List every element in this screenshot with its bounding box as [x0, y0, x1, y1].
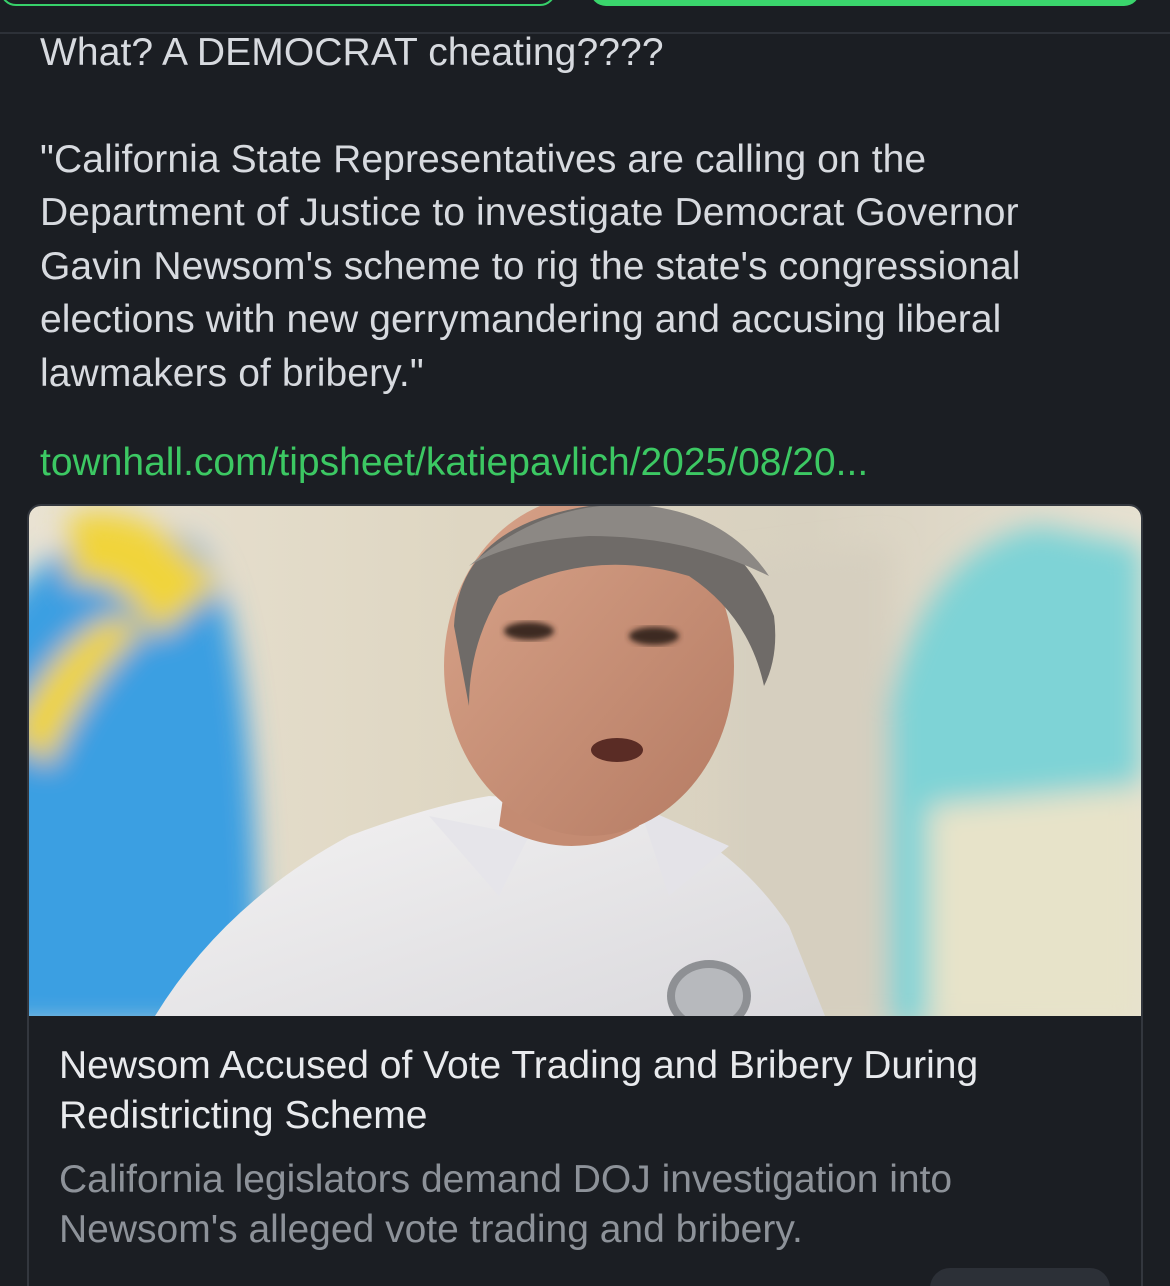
card-title[interactable]: Newsom Accused of Vote Trading and Bribe…	[59, 1041, 1119, 1141]
post-quote: "California State Representatives are ca…	[40, 137, 1021, 395]
gavin-newsom-photo	[29, 506, 1141, 1016]
article-link[interactable]: townhall.com/tipsheet/katiepavlich/2025/…	[40, 436, 868, 489]
link-preview-card[interactable]: Newsom Accused of Vote Trading and Bribe…	[27, 504, 1143, 1286]
card-description: California legislators demand DOJ invest…	[59, 1158, 953, 1251]
post-body: What? A DEMOCRAT cheating???? "Californi…	[40, 26, 1130, 400]
post-line: What? A DEMOCRAT cheating????	[40, 31, 664, 74]
bottom-action-button[interactable]	[930, 1268, 1110, 1286]
primary-action-button[interactable]	[590, 0, 1140, 6]
card-text: Newsom Accused of Vote Trading and Bribe…	[59, 1041, 1119, 1255]
secondary-action-button[interactable]	[0, 0, 556, 6]
